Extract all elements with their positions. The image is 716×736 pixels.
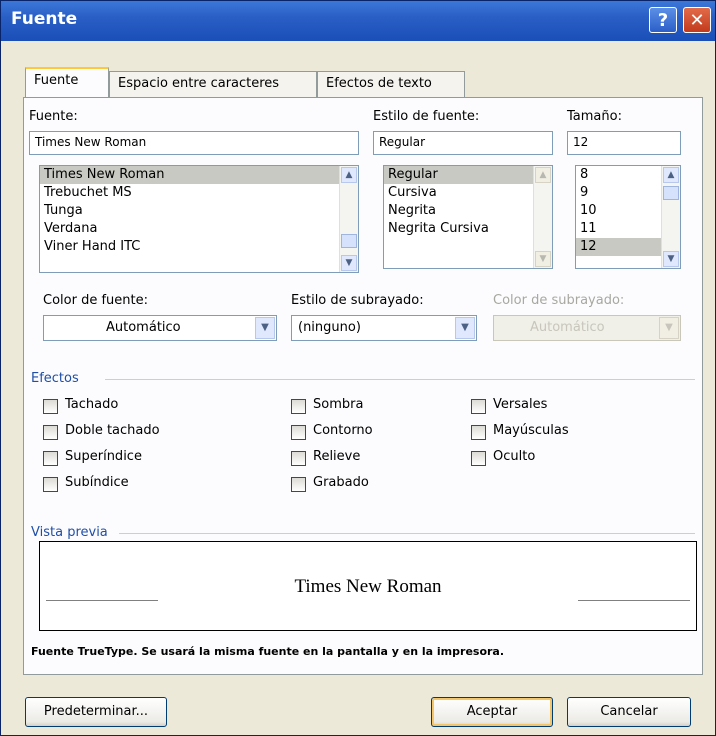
doble-tachado-checkbox[interactable]	[43, 425, 58, 440]
font-input[interactable]: Times New Roman	[29, 131, 359, 155]
underline-color-select: Automático ▼	[493, 315, 681, 341]
list-item[interactable]: Times New Roman	[40, 166, 358, 184]
underline-style-select[interactable]: (ninguno) ▼	[291, 315, 477, 341]
font-color-select[interactable]: Automático ▼	[43, 315, 277, 341]
font-color-label: Color de fuente:	[43, 293, 148, 308]
window-title: Fuente	[11, 9, 78, 29]
underline-style-label: Estilo de subrayado:	[291, 293, 424, 308]
contorno-label: Contorno	[313, 423, 373, 438]
style-label: Estilo de fuente:	[373, 109, 480, 124]
chevron-down-icon[interactable]: ▼	[455, 317, 475, 339]
relieve-label: Relieve	[313, 449, 361, 464]
oculto-label: Oculto	[493, 449, 536, 464]
ok-button[interactable]: Aceptar	[431, 697, 553, 727]
grabado-checkbox[interactable]	[291, 477, 306, 492]
size-input[interactable]: 12	[567, 131, 681, 155]
sombra-checkbox[interactable]	[291, 399, 306, 414]
versales-label: Versales	[493, 397, 548, 412]
font-list[interactable]: Times New Roman Trebuchet MS Tunga Verda…	[39, 165, 359, 273]
tachado-checkbox[interactable]	[43, 399, 58, 414]
tab-fuente[interactable]: Fuente	[25, 67, 109, 99]
scroll-up-icon[interactable]: ▲	[663, 167, 679, 183]
default-button[interactable]: Predeterminar...	[25, 697, 167, 727]
scroll-down-icon[interactable]: ▼	[535, 251, 551, 267]
tab-label: Espacio entre caracteres	[118, 76, 280, 91]
scroll-up-icon[interactable]: ▲	[535, 167, 551, 183]
scroll-thumb[interactable]	[663, 186, 679, 200]
preview-divider	[119, 533, 695, 534]
underline-color-value: Automático	[530, 320, 605, 335]
title-bar[interactable]: Fuente ? ✕	[1, 1, 715, 41]
contorno-checkbox[interactable]	[291, 425, 306, 440]
style-input[interactable]: Regular	[373, 131, 553, 155]
scroll-down-icon[interactable]: ▼	[663, 251, 679, 267]
grabado-label: Grabado	[313, 475, 369, 490]
close-button[interactable]: ✕	[683, 7, 711, 33]
superindice-label: Superíndice	[65, 449, 142, 464]
underline-style-value: (ninguno)	[298, 320, 361, 335]
font-label: Fuente:	[29, 109, 78, 124]
help-button[interactable]: ?	[649, 7, 677, 33]
preview-text: Times New Roman	[294, 576, 442, 597]
superindice-checkbox[interactable]	[43, 451, 58, 466]
oculto-checkbox[interactable]	[471, 451, 486, 466]
list-item[interactable]: Regular	[384, 166, 552, 184]
tab-efectos-de-texto[interactable]: Efectos de texto	[317, 71, 465, 97]
truetype-info: Fuente TrueType. Se usará la misma fuent…	[31, 645, 505, 658]
close-icon: ✕	[689, 10, 705, 31]
effects-label: Efectos	[31, 371, 79, 386]
style-scrollbar[interactable]: ▲ ▼	[533, 166, 552, 268]
chevron-down-icon[interactable]: ▼	[255, 317, 275, 339]
list-item[interactable]: Trebuchet MS	[40, 184, 358, 202]
list-item[interactable]: Tunga	[40, 202, 358, 220]
list-item[interactable]: Negrita Cursiva	[384, 220, 552, 238]
list-item[interactable]: Cursiva	[384, 184, 552, 202]
size-label: Tamaño:	[567, 109, 622, 124]
list-item[interactable]: Verdana	[40, 220, 358, 238]
font-color-value: Automático	[106, 320, 181, 335]
effects-divider	[105, 379, 695, 380]
tachado-label: Tachado	[65, 397, 119, 412]
mayusculas-checkbox[interactable]	[471, 425, 486, 440]
list-item[interactable]: Negrita	[384, 202, 552, 220]
help-icon: ?	[657, 10, 669, 31]
mayusculas-label: Mayúsculas	[493, 423, 569, 438]
preview-baseline-right	[578, 600, 690, 601]
doble-tachado-label: Doble tachado	[65, 423, 160, 438]
tab-label: Fuente	[34, 73, 79, 88]
preview-baseline-left	[46, 600, 158, 601]
subindice-checkbox[interactable]	[43, 477, 58, 492]
preview-label: Vista previa	[31, 525, 108, 540]
scroll-down-icon[interactable]: ▼	[341, 255, 357, 271]
relieve-checkbox[interactable]	[291, 451, 306, 466]
cancel-button[interactable]: Cancelar	[567, 697, 691, 727]
list-item[interactable]: Viner Hand ITC	[40, 238, 358, 256]
preview-box: Times New Roman	[39, 541, 697, 631]
subindice-label: Subíndice	[65, 475, 129, 490]
tab-label: Efectos de texto	[326, 76, 432, 91]
font-scrollbar[interactable]: ▲ ▼	[339, 166, 358, 272]
size-list[interactable]: 8 9 10 11 12 ▲ ▼	[575, 165, 681, 269]
tab-espacio-entre-caracteres[interactable]: Espacio entre caracteres	[109, 71, 317, 97]
underline-color-label: Color de subrayado:	[493, 293, 625, 308]
versales-checkbox[interactable]	[471, 399, 486, 414]
font-dialog: Fuente ? ✕ Fuente Espacio entre caracter…	[0, 0, 716, 736]
size-scrollbar[interactable]: ▲ ▼	[661, 166, 680, 268]
sombra-label: Sombra	[313, 397, 364, 412]
scroll-thumb[interactable]	[341, 234, 357, 248]
chevron-down-icon: ▼	[659, 317, 679, 339]
scroll-up-icon[interactable]: ▲	[341, 167, 357, 183]
style-list[interactable]: Regular Cursiva Negrita Negrita Cursiva …	[383, 165, 553, 269]
